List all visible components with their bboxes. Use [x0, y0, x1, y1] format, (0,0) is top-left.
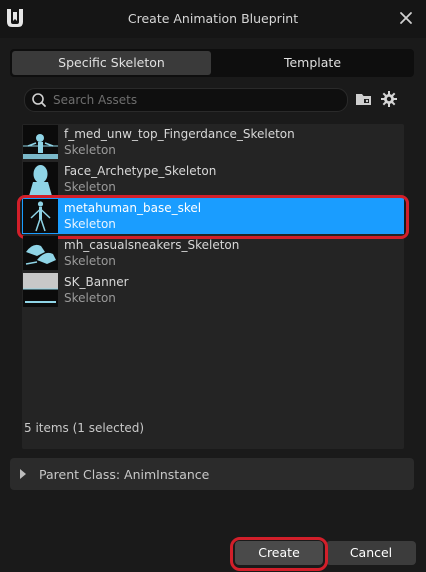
asset-name: SK_Banner	[64, 275, 129, 289]
asset-type: Skeleton	[64, 254, 116, 268]
search-input[interactable]: Search Assets	[24, 88, 348, 112]
dialog-title: Create Animation Blueprint	[127, 11, 299, 26]
tab-specific-skeleton[interactable]: Specific Skeleton	[12, 51, 211, 75]
mode-tabs: Specific Skeleton Template	[10, 49, 414, 77]
asset-name: f_med_unw_top_Fingerdance_Skeleton	[64, 127, 295, 141]
list-item[interactable]: f_med_unw_top_Fingerdance_Skeleton Skele…	[22, 124, 404, 160]
parent-class-label: Parent Class: AnimInstance	[39, 467, 210, 482]
list-item-selected[interactable]: metahuman_base_skel Skeleton	[17, 195, 409, 239]
list-item[interactable]: SK_Banner Skeleton	[22, 272, 404, 308]
asset-type: Skeleton	[64, 291, 116, 305]
search-icon	[32, 93, 46, 107]
asset-name: mh_casualsneakers_Skeleton	[64, 238, 240, 252]
skeleton-thumbnail	[23, 162, 58, 196]
title-bar: Create Animation Blueprint	[0, 0, 426, 38]
asset-list: f_med_unw_top_Fingerdance_Skeleton Skele…	[17, 124, 409, 449]
asset-type: Skeleton	[64, 143, 116, 157]
tab-template[interactable]: Template	[213, 51, 412, 75]
item-count: 5 items (1 selected)	[24, 421, 145, 435]
folder-icon[interactable]	[355, 91, 373, 107]
asset-name: Face_Archetype_Skeleton	[64, 164, 217, 178]
list-item[interactable]: Face_Archetype_Skeleton Skeleton	[22, 161, 404, 197]
skeleton-thumbnail	[23, 125, 58, 159]
cancel-button[interactable]: Cancel	[326, 541, 416, 565]
close-icon[interactable]	[396, 8, 416, 28]
selection-annotation-ring	[17, 195, 409, 239]
search-placeholder: Search Assets	[53, 93, 138, 107]
chevron-right-icon	[20, 469, 26, 479]
skeleton-thumbnail	[23, 236, 58, 270]
skeleton-thumbnail	[23, 273, 58, 307]
asset-type: Skeleton	[64, 180, 116, 194]
parent-class-section[interactable]: Parent Class: AnimInstance	[10, 458, 414, 490]
gear-icon[interactable]	[380, 90, 398, 108]
list-item[interactable]: mh_casualsneakers_Skeleton Skeleton	[22, 235, 404, 271]
create-annotation-ring	[230, 537, 328, 571]
